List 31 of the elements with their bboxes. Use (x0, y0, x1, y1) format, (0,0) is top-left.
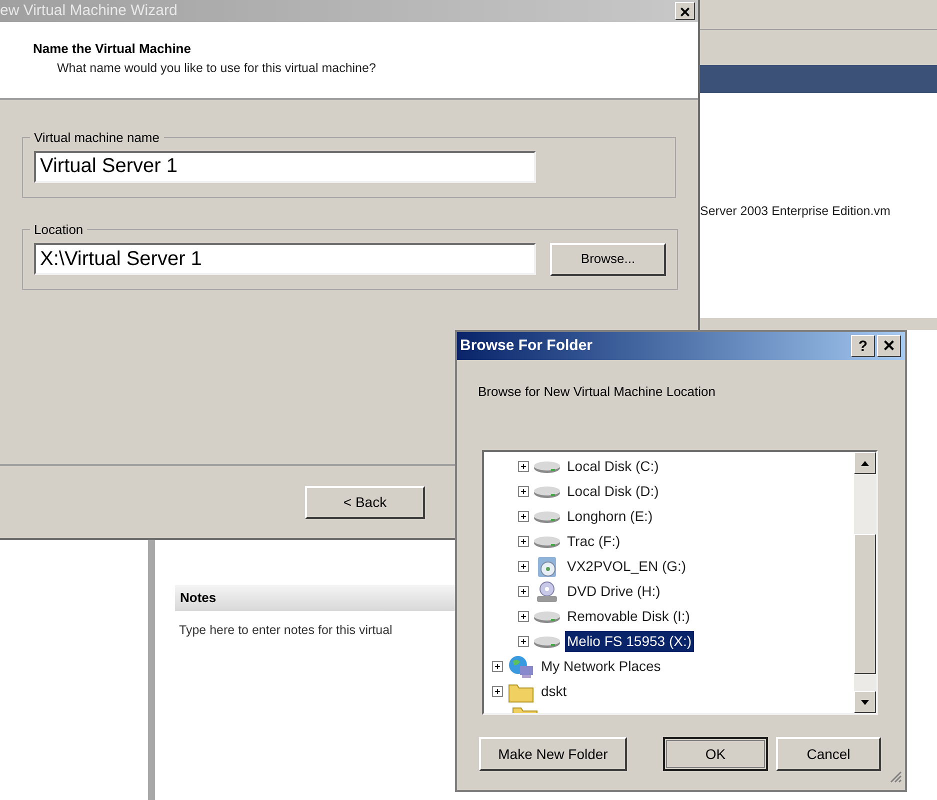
tree-item[interactable]: Melio FS 15953 (X:) (565, 631, 694, 652)
tree-item[interactable]: Trac (F:) (565, 531, 622, 552)
tree-item[interactable]: Local Disk (D:) (565, 481, 661, 502)
text-field[interactable]: X:\Virtual Server 1 (34, 243, 536, 275)
window-title: ew Virtual Machine Wizard (0, 0, 178, 21)
text-field[interactable]: Virtual Server 1 (34, 150, 536, 182)
wizard-heading: Name the Virtual Machine (33, 40, 192, 58)
file-name: Server 2003 Enterprise Edition.vm (700, 204, 890, 218)
wizard-subheading: What name would you like to use for this virtual machine? (56, 60, 377, 77)
dialog-button[interactable]: Make New Folder (479, 737, 627, 771)
browse-button[interactable]: Browse... (550, 242, 666, 276)
close-button[interactable]: × (675, 2, 695, 20)
folder-tree[interactable]: Local Disk (C:) Local Disk (D:) Longhorn (E:) Trac (F:) VX2PVOL_EN (G:) DVD Drive (H:) Removable Disk (I:) Melio FS 15953 (X:) My Network Places dskt (482, 450, 878, 715)
close-button[interactable]: × (877, 335, 901, 357)
tree-item[interactable]: My Network Places (539, 656, 663, 677)
dialog-prompt: Browse for New Virtual Machine Location (478, 384, 716, 399)
tree-item[interactable]: dskt (539, 681, 569, 702)
notes-title: Notes (180, 589, 216, 608)
tree-item[interactable]: VX2PVOL_EN (G:) (565, 556, 688, 577)
group-label: Location (33, 221, 84, 239)
dialog-button[interactable]: Cancel (776, 737, 881, 771)
tree-item[interactable]: Removable Disk (I:) (565, 606, 692, 627)
dialog-title: Browse For Folder (460, 336, 593, 356)
back-button[interactable]: < Back (305, 486, 425, 519)
dialog-button[interactable]: OK (663, 737, 768, 771)
tree-item[interactable]: DVD Drive (H:) (565, 581, 662, 602)
notes-field[interactable]: Type here to enter notes for this virtual (175, 621, 455, 771)
group-label: Virtual machine name (33, 129, 160, 147)
tree-item[interactable]: Longhorn (E:) (565, 506, 655, 527)
tree-item[interactable]: Local Disk (C:) (565, 456, 661, 477)
help-button[interactable]: ? (851, 335, 875, 357)
